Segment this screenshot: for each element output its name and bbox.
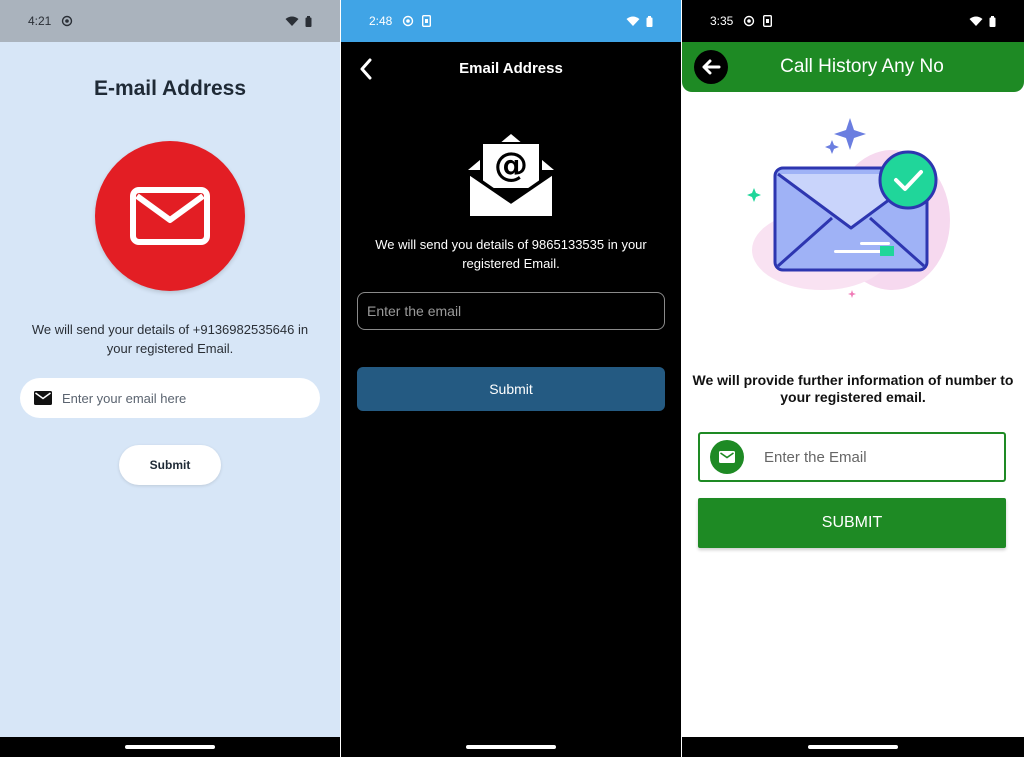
header-title: Email Address — [459, 59, 563, 77]
wifi-icon — [285, 16, 299, 26]
back-button[interactable] — [694, 50, 728, 84]
email-input[interactable] — [764, 448, 984, 466]
app-header: Call History Any No — [682, 42, 1024, 92]
status-time: 3:35 — [710, 14, 734, 28]
email-field[interactable] — [20, 378, 320, 418]
screen-email-address-dark: 2:48 Email Address @ We will send you de… — [341, 0, 681, 757]
submit-button[interactable]: Submit — [119, 445, 221, 485]
nav-bar — [682, 737, 1024, 757]
battery-icon — [989, 15, 996, 27]
mail-icon — [130, 187, 210, 245]
submit-button[interactable]: Submit — [357, 367, 665, 411]
email-input[interactable] — [62, 390, 282, 406]
battery-icon — [305, 15, 312, 27]
mail-icon-badge — [710, 440, 744, 474]
mail-icon — [34, 391, 52, 405]
description: We will send your details of +9136982535… — [31, 322, 309, 356]
notification-icon — [62, 15, 73, 27]
back-arrow-icon — [702, 59, 721, 75]
sim-icon — [422, 15, 432, 27]
notification-icon — [403, 15, 414, 27]
home-handle[interactable] — [808, 745, 898, 749]
svg-text:@: @ — [494, 145, 528, 185]
screen-call-history: 3:35 Call History Any No We will provide… — [682, 0, 1024, 757]
sim-icon — [763, 15, 773, 27]
status-bar: 4:21 — [0, 0, 340, 42]
notification-icon — [744, 15, 755, 27]
screen-email-address-light: 4:21 E-mail Address We will send your de… — [0, 0, 340, 757]
envelope-at-icon: @ — [468, 134, 554, 218]
chevron-left-icon — [360, 58, 372, 80]
submit-button[interactable]: SUBMIT — [698, 498, 1006, 548]
description: We will send you details of 9865133535 i… — [375, 237, 647, 271]
mail-icon — [719, 451, 735, 463]
home-handle[interactable] — [466, 745, 556, 749]
wifi-icon — [969, 16, 983, 26]
mail-badge — [95, 141, 245, 291]
nav-bar — [0, 737, 340, 757]
back-button[interactable] — [353, 56, 379, 82]
status-bar: 3:35 — [682, 0, 1024, 42]
page-title: E-mail Address — [93, 77, 247, 100]
battery-icon — [646, 15, 653, 27]
home-handle[interactable] — [125, 745, 215, 749]
header-title: Call History Any No — [780, 56, 944, 77]
description: We will provide further information of n… — [692, 372, 1014, 405]
email-field[interactable] — [698, 432, 1006, 482]
email-check-illustration — [747, 118, 950, 298]
status-time: 2:48 — [369, 14, 393, 28]
status-time: 4:21 — [28, 14, 52, 28]
email-field[interactable] — [357, 292, 665, 330]
nav-bar — [341, 737, 681, 757]
wifi-icon — [626, 16, 640, 26]
email-input[interactable] — [367, 303, 664, 319]
status-bar: 2:48 — [341, 0, 681, 42]
app-header: Email Address — [341, 42, 681, 94]
